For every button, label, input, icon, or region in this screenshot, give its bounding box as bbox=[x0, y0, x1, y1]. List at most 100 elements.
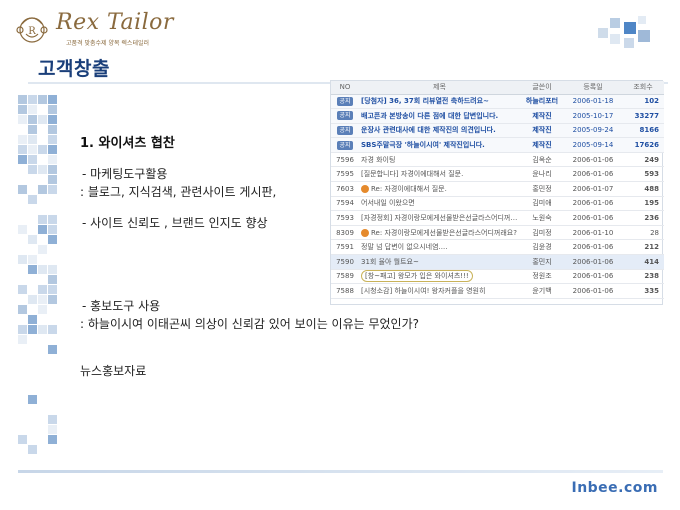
post-views: 212 bbox=[622, 239, 664, 256]
table-row[interactable]: 7588 [시청소감] 하늘이시여! 왕자커플을 영원히 윤기백 2006-01… bbox=[331, 283, 664, 299]
footer-divider bbox=[18, 470, 663, 473]
table-row[interactable]: 7593 [자경정회] 자경이랑모에게선물받은선글라스어디꺼래요? 노원숙 20… bbox=[331, 210, 664, 226]
post-views: 249 bbox=[622, 152, 664, 168]
post-date: 2006-01-10 bbox=[564, 225, 622, 241]
page-title: 고객창출 bbox=[38, 58, 110, 80]
table-row[interactable]: 7595 [질문합니다] 자경이에대해서 질문. 윤나리 2006-01-06 … bbox=[331, 166, 664, 183]
table-row[interactable]: 8309 Re: 자경이랑모에게선물받은선글라스어디꺼래요? 김미정 2006-… bbox=[331, 225, 664, 241]
deco-square bbox=[28, 265, 37, 274]
deco-square bbox=[48, 135, 57, 144]
table-row[interactable]: 공지 배고픈과 본방송이 다른 점에 대한 답변입니다. 제작진 2005-10… bbox=[331, 108, 664, 124]
deco-square bbox=[28, 165, 37, 174]
deco-square bbox=[48, 215, 57, 224]
post-number: 7589 bbox=[331, 269, 359, 285]
deco-square bbox=[28, 235, 37, 244]
deco-square bbox=[28, 295, 37, 304]
post-title[interactable]: SBS주말극장 '하늘이시여' 제작진입니다. bbox=[359, 137, 520, 153]
deco-square bbox=[48, 95, 57, 104]
post-title[interactable]: 배고픈과 본방송이 다른 점에 대한 답변입니다. bbox=[359, 108, 520, 124]
deco-square bbox=[48, 325, 57, 334]
table-row[interactable]: 7603 Re: 자경이에대해서 질문. 홍민정 2006-01-07 488 bbox=[331, 181, 664, 197]
deco-square bbox=[38, 115, 47, 124]
deco-square bbox=[18, 255, 27, 264]
column-header: NO bbox=[331, 81, 359, 95]
post-title[interactable]: 어서내일 이왔으면 bbox=[359, 196, 520, 212]
table-row[interactable]: 공지 [당첨자] 36, 37회 리뷰열전 축하드려요~ 하늘리포터 2006-… bbox=[331, 94, 664, 110]
notice-badge: 공지 bbox=[337, 111, 353, 121]
deco-square bbox=[38, 265, 47, 274]
footer-brand: Inbee.com bbox=[571, 480, 658, 496]
deco-square bbox=[48, 105, 57, 114]
post-number: 7595 bbox=[331, 166, 359, 183]
post-views: 593 bbox=[622, 166, 664, 183]
notice-badge: 공지 bbox=[337, 125, 353, 135]
brand-logo: R Rex Tailor 고품격 맞춤수제 양복 렉스테일러 bbox=[12, 8, 173, 50]
crown-emblem-icon: R bbox=[16, 17, 48, 43]
board-header-row: NO 제목 글쓴이 등록일 조회수 bbox=[331, 81, 664, 95]
brand-name: Rex Tailor bbox=[56, 10, 174, 35]
table-row[interactable]: 7591 정말 넘 답변이 없으시네염.... 김윤경 2006-01-06 2… bbox=[331, 239, 664, 256]
post-date: 2006-01-06 bbox=[564, 254, 622, 270]
post-views: 236 bbox=[622, 210, 664, 226]
deco-square bbox=[48, 175, 57, 184]
post-title[interactable]: [창~패고] 왕모가 입은 와이셔츠!!! bbox=[361, 270, 473, 283]
left-decoration bbox=[18, 95, 62, 465]
post-date: 2006-01-07 bbox=[564, 181, 622, 197]
post-title[interactable]: Re: 자경이랑모에게선물받은선글라스어디꺼래요? bbox=[371, 229, 517, 237]
column-header: 조회수 bbox=[622, 81, 664, 95]
post-title-cell[interactable]: Re: 자경이랑모에게선물받은선글라스어디꺼래요? bbox=[359, 225, 520, 241]
notice-badge: 공지 bbox=[337, 140, 353, 150]
table-row[interactable]: 공지 SBS주말극장 '하늘이시여' 제작진입니다. 제작진 2005-09-1… bbox=[331, 137, 664, 153]
deco-square bbox=[38, 185, 47, 194]
post-title[interactable]: 정말 넘 답변이 없으시네염.... bbox=[359, 239, 520, 256]
post-date: 2006-01-06 bbox=[564, 152, 622, 168]
deco-square bbox=[28, 115, 37, 124]
post-author: 홍민지 bbox=[520, 254, 564, 270]
post-title[interactable]: 31회 율아 뭘트요~ bbox=[359, 254, 520, 270]
deco-square bbox=[48, 165, 57, 174]
column-header: 글쓴이 bbox=[520, 81, 564, 95]
post-title[interactable]: [당첨자] 36, 37회 리뷰열전 축하드려요~ bbox=[359, 94, 520, 110]
post-views: 33277 bbox=[622, 108, 664, 124]
post-views: 414 bbox=[622, 254, 664, 270]
deco-square bbox=[28, 135, 37, 144]
deco-square bbox=[48, 125, 57, 134]
corner-decoration bbox=[598, 14, 658, 54]
post-title[interactable]: [자경정회] 자경이랑모에게선물받은선글라스어디꺼래요? bbox=[359, 210, 520, 226]
deco-square bbox=[38, 165, 47, 174]
reply-icon bbox=[361, 228, 369, 237]
text-line: - 사이트 신뢰도 , 브랜드 인지도 향상 bbox=[82, 216, 268, 230]
post-date: 2006-01-06 bbox=[564, 210, 622, 226]
deco-square bbox=[18, 135, 27, 144]
table-row-selected[interactable]: 7590 31회 율아 뭘트요~ 홍민지 2006-01-06 414 bbox=[331, 254, 664, 270]
post-title[interactable]: [시청소감] 하늘이시여! 왕자커플을 영원히 bbox=[359, 283, 520, 299]
column-header: 제목 bbox=[359, 81, 520, 95]
deco-square bbox=[18, 95, 27, 104]
deco-square bbox=[48, 415, 57, 424]
deco-square bbox=[38, 285, 47, 294]
post-title[interactable]: Re: 자경이에대해서 질문. bbox=[371, 185, 447, 193]
post-title[interactable]: 운장사 관련대사에 대한 제작진의 의견입니다. bbox=[359, 123, 520, 139]
post-title-cell[interactable]: [창~패고] 왕모가 입은 와이셔츠!!! bbox=[359, 269, 520, 285]
deco-square bbox=[48, 265, 57, 274]
deco-square bbox=[48, 185, 57, 194]
deco-square bbox=[28, 255, 37, 264]
deco-square bbox=[18, 115, 27, 124]
deco-square bbox=[28, 155, 37, 164]
deco-square bbox=[38, 145, 47, 154]
post-title[interactable]: 자경 화이팅 bbox=[359, 152, 520, 168]
post-title[interactable]: [질문합니다] 자경이에대해서 질문. bbox=[359, 166, 520, 183]
post-views: 488 bbox=[622, 181, 664, 197]
table-row[interactable]: 7594 어서내일 이왔으면 김미애 2006-01-06 195 bbox=[331, 196, 664, 212]
deco-square bbox=[28, 395, 37, 404]
post-views: 17626 bbox=[622, 137, 664, 153]
table-row[interactable]: 공지 운장사 관련대사에 대한 제작진의 의견입니다. 제작진 2005-09-… bbox=[331, 123, 664, 139]
table-row[interactable]: 7596 자경 화이팅 김옥순 2006-01-06 249 bbox=[331, 152, 664, 168]
post-number: 7588 bbox=[331, 283, 359, 299]
deco-square bbox=[28, 445, 37, 454]
deco-square bbox=[48, 285, 57, 294]
table-row[interactable]: 7589 [창~패고] 왕모가 입은 와이셔츠!!! 정원조 2006-01-0… bbox=[331, 269, 664, 285]
deco-square bbox=[48, 235, 57, 244]
post-number: 7590 bbox=[331, 254, 359, 270]
post-title-cell[interactable]: Re: 자경이에대해서 질문. bbox=[359, 181, 520, 197]
